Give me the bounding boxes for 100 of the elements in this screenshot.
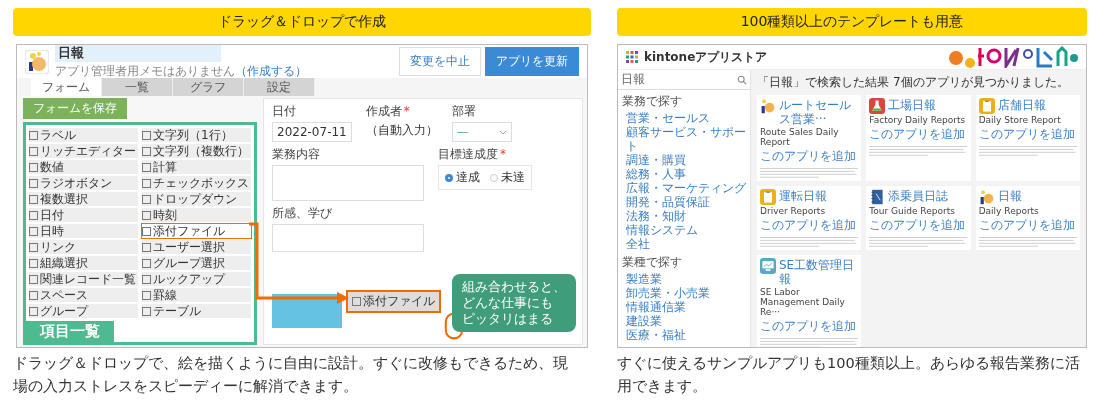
app-name-field[interactable]: 日報 xyxy=(55,45,221,62)
add-app-link[interactable]: このアプリを追加 xyxy=(978,217,1077,234)
category-link[interactable]: 広報・マーケティング xyxy=(618,181,750,195)
results-count: 7個のアプリが見つかりました。 xyxy=(893,74,1069,91)
app-subtitle: Daily Store Report xyxy=(978,115,1062,125)
app-card[interactable]: SE工数管理日報 SE Labor Management Daily Re··· このアプリを追加 xyxy=(757,255,862,347)
add-app-link[interactable]: このアプリを追加 xyxy=(869,217,968,234)
category-link[interactable]: 総務・人事 xyxy=(618,167,750,181)
field-type-item[interactable]: 文字列（1行） xyxy=(141,127,252,143)
store-title: kintoneアプリストア xyxy=(644,48,769,66)
field-type-item[interactable]: チェックボックス xyxy=(141,175,252,191)
category-link[interactable]: 全社 xyxy=(618,237,750,251)
field-type-item[interactable]: グループ xyxy=(28,303,139,319)
field-label: 日付 xyxy=(272,103,297,120)
field-type-item[interactable]: 複数選択 xyxy=(28,191,139,207)
field-type-item[interactable]: テーブル xyxy=(141,303,252,319)
app-title[interactable]: 添乗員日誌 xyxy=(888,189,949,203)
category-link[interactable]: 営業・セールス xyxy=(618,111,750,125)
app-subtitle: Tour Guide Reports xyxy=(869,206,956,216)
search-icon[interactable] xyxy=(737,74,747,85)
app-card[interactable]: 運転日報 Driver Reports このアプリを追加 xyxy=(757,186,862,250)
category-link[interactable]: 法務・知財 xyxy=(618,209,750,223)
radio-option[interactable]: 達成 xyxy=(445,169,480,186)
app-title[interactable]: SE工数管理日報 xyxy=(779,258,859,286)
hand-icon xyxy=(25,49,49,74)
app-card[interactable]: 添乗員日誌 Tour Guide Reports このアプリを追加 xyxy=(866,186,971,250)
field-label: 所感、学び xyxy=(272,205,333,222)
section-heading: ドラッグ＆ドロップで作成 xyxy=(13,8,591,36)
app-subtitle: Route Sales Daily Report xyxy=(760,127,840,147)
drop-area xyxy=(272,294,342,328)
field-type-item[interactable]: ユーザー選択 xyxy=(141,239,252,255)
app-title[interactable]: ルートセールス営業··· xyxy=(779,98,859,126)
field-type-item[interactable]: ラジオボタン xyxy=(28,175,139,191)
tab[interactable]: 一覧 xyxy=(102,78,173,96)
app-subtitle: Driver Reports xyxy=(760,206,827,216)
create-memo-link[interactable]: （作成する） xyxy=(235,62,307,80)
field-type-item[interactable]: スペース xyxy=(28,287,139,303)
category-link[interactable]: 開発・品質保証 xyxy=(618,195,750,209)
results-title: 「日報」で検索した結果 xyxy=(757,74,889,91)
field-type-item[interactable]: 日時 xyxy=(28,223,139,239)
text-area[interactable] xyxy=(272,224,424,252)
category-heading: 業務で探す xyxy=(621,93,683,110)
field-type-item[interactable]: 文字列（複数行） xyxy=(141,143,252,159)
category-link[interactable]: 顧客サービス・サポート xyxy=(618,125,750,153)
app-title[interactable]: 工場日報 xyxy=(888,98,937,112)
field-type-item[interactable]: ドロップダウン xyxy=(141,191,252,207)
field-type-item[interactable]: 関連レコード一覧 xyxy=(28,271,139,287)
field-label: 業務内容 xyxy=(272,146,321,163)
field-type-item[interactable]: リッチエディター xyxy=(28,143,139,159)
field-type-item[interactable]: ラベル xyxy=(28,127,139,143)
category-link[interactable]: 製造業 xyxy=(618,272,750,286)
app-card[interactable]: 日報 Daily Reports このアプリを追加 xyxy=(975,186,1080,250)
auto-input-text: （自動入力） xyxy=(365,122,438,139)
grid-logo-icon xyxy=(626,51,638,63)
field-type-item[interactable]: 時刻 xyxy=(141,207,252,223)
section-heading: 100種類以上のテンプレートも用意 xyxy=(617,8,1087,36)
radio-option[interactable]: 未達 xyxy=(490,169,525,186)
tab[interactable]: 設定 xyxy=(244,78,315,96)
category-link[interactable]: 調達・購買 xyxy=(618,153,750,167)
category-link[interactable]: 情報通信業 xyxy=(618,300,750,314)
field-type-item[interactable]: リンク xyxy=(28,239,139,255)
app-card[interactable]: ルートセールス営業··· Route Sales Daily Report このアプリを追加 xyxy=(757,95,862,181)
text-area[interactable] xyxy=(272,165,424,201)
field-type-item[interactable]: 計算 xyxy=(141,159,252,175)
field-type-item[interactable]: 日付 xyxy=(28,207,139,223)
memo-text: アプリ管理者用メモはありません xyxy=(55,62,235,80)
field-type-item[interactable]: 組織選択 xyxy=(28,255,139,271)
cancel-button[interactable]: 変更を中止 xyxy=(399,47,481,76)
category-link[interactable]: 卸売業・小売業 xyxy=(618,286,750,300)
add-app-link[interactable]: このアプリを追加 xyxy=(760,148,859,165)
category-link[interactable]: 建設業 xyxy=(618,314,750,328)
app-subtitle: Factory Daily Reports xyxy=(869,115,967,125)
add-app-link[interactable]: このアプリを追加 xyxy=(869,126,968,143)
field-type-item[interactable]: 数値 xyxy=(28,159,139,175)
update-app-button[interactable]: アプリを更新 xyxy=(485,47,579,76)
dragged-field-item[interactable]: 添付ファイル xyxy=(346,290,441,313)
caption-text: ドラッグ＆ドロップで、絵を描くように自由に設計。すぐに改修もできるため、現場の入力ストレスをスピーディーに解消できます。 xyxy=(13,354,569,396)
app-title[interactable]: 店舗日報 xyxy=(997,98,1046,112)
app-title[interactable]: 運転日報 xyxy=(779,189,827,203)
field-type-item[interactable]: 罫線 xyxy=(141,287,252,303)
app-subtitle: SE Labor Management Daily Re··· xyxy=(760,287,846,317)
date-field[interactable]: 2022-07-11 xyxy=(272,122,352,142)
app-card[interactable]: 工場日報 Factory Daily Reports このアプリを追加 xyxy=(866,95,971,181)
app-subtitle: Daily Reports xyxy=(978,206,1040,216)
add-app-link[interactable]: このアプリを追加 xyxy=(760,217,859,234)
category-link[interactable]: 医療・福祉 xyxy=(618,328,750,342)
tab[interactable]: フォーム xyxy=(31,78,102,96)
app-title[interactable]: 日報 xyxy=(997,189,1022,203)
field-type-item[interactable]: 添付ファイル xyxy=(141,223,252,239)
field-type-item[interactable]: ルックアップ xyxy=(141,271,252,287)
category-heading: 業種で探す xyxy=(621,254,683,271)
field-type-item[interactable]: グループ選択 xyxy=(141,255,252,271)
search-field[interactable]: 日報 xyxy=(618,70,750,90)
add-app-link[interactable]: このアプリを追加 xyxy=(978,126,1077,143)
app-card[interactable]: 店舗日報 Daily Store Report このアプリを追加 xyxy=(975,95,1080,181)
caret-icon xyxy=(498,129,507,135)
tab[interactable]: グラフ xyxy=(173,78,244,96)
category-link[interactable]: 情報システム xyxy=(618,223,750,237)
callout-bubble: 組み合わせると、 どんな仕事にも ピッタリはまる xyxy=(452,274,576,332)
add-app-link[interactable]: このアプリを追加 xyxy=(760,318,859,335)
